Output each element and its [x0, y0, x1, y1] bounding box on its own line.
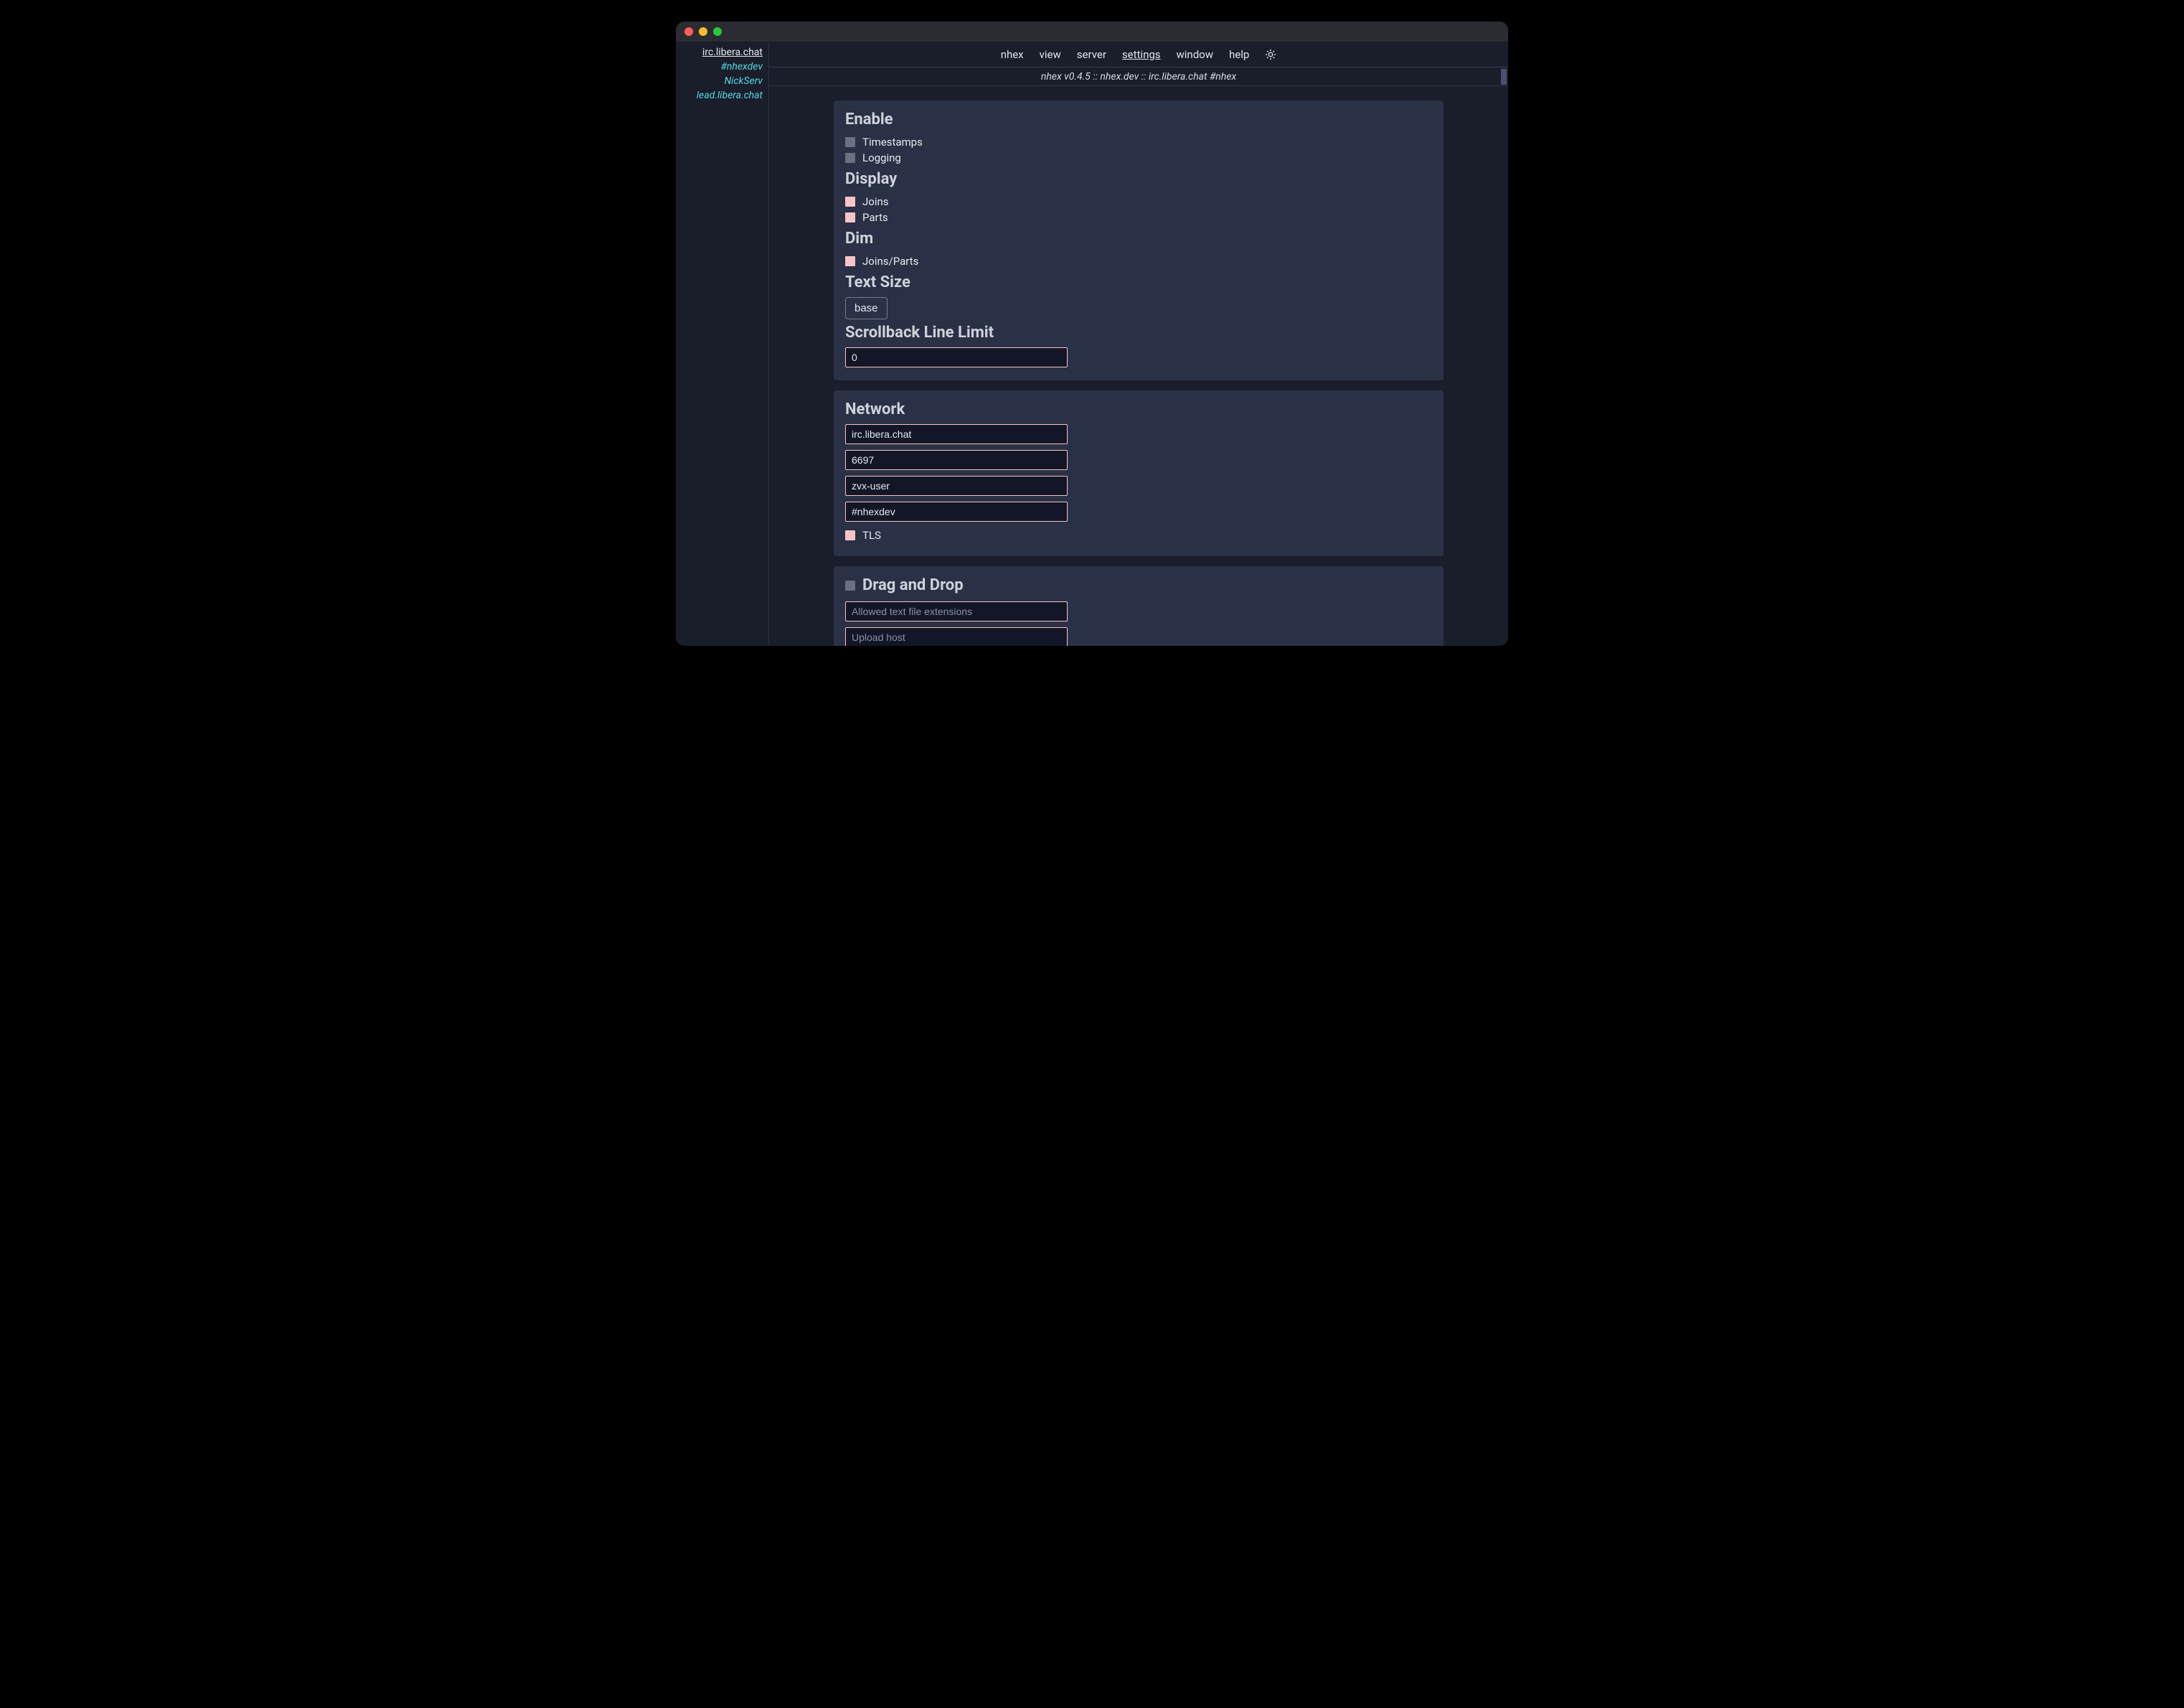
settings-dnd-card: Drag and Drop	[834, 566, 1444, 646]
network-nick-input[interactable]	[845, 476, 1068, 496]
menu-view[interactable]: view	[1040, 48, 1061, 61]
tls-checkbox[interactable]	[845, 530, 855, 540]
sidebar-item-server[interactable]: irc.libera.chat	[701, 46, 764, 59]
main: nhex view server settings window help	[769, 42, 1508, 646]
network-channels-input[interactable]	[845, 502, 1068, 522]
titlebar	[676, 22, 1508, 42]
joins-parts-dim-label: Joins/Parts	[862, 255, 918, 268]
parts-checkbox[interactable]	[845, 212, 855, 222]
joins-label: Joins	[862, 195, 889, 208]
network-host-input[interactable]	[845, 424, 1068, 444]
joins-parts-dim-checkbox[interactable]	[845, 256, 855, 266]
sun-icon[interactable]	[1265, 49, 1276, 60]
enable-heading: Enable	[845, 111, 1432, 128]
sidebar: irc.libera.chat #nhexdev NickServ lead.l…	[676, 42, 769, 646]
settings-network-card: Network TLS	[834, 390, 1444, 556]
dnd-enable-checkbox[interactable]	[845, 581, 855, 591]
timestamps-label: Timestamps	[862, 136, 923, 149]
window-close-button[interactable]	[684, 27, 693, 36]
logging-label: Logging	[862, 151, 901, 164]
dnd-heading: Drag and Drop	[862, 576, 964, 594]
scrollbar-thumb[interactable]	[1501, 69, 1507, 85]
network-port-input[interactable]	[845, 450, 1068, 470]
text-size-heading: Text Size	[845, 273, 1432, 291]
sidebar-item-nickserv[interactable]: NickServ	[722, 75, 764, 88]
status-bar: nhex v0.4.5 :: nhex.dev :: irc.libera.ch…	[769, 67, 1508, 86]
status-text: nhex v0.4.5 :: nhex.dev :: irc.libera.ch…	[1041, 71, 1236, 83]
menubar: nhex view server settings window help	[769, 42, 1508, 67]
dnd-extensions-input[interactable]	[845, 601, 1068, 621]
dim-heading: Dim	[845, 230, 1432, 248]
menu-help[interactable]: help	[1229, 48, 1249, 61]
parts-label: Parts	[862, 211, 888, 224]
app-window: irc.libera.chat #nhexdev NickServ lead.l…	[676, 22, 1508, 646]
display-heading: Display	[845, 170, 1432, 188]
logging-checkbox[interactable]	[845, 153, 855, 163]
settings-general-card: Enable Timestamps Logging Display Joins	[834, 100, 1444, 380]
sidebar-item-lead[interactable]: lead.libera.chat	[695, 89, 764, 102]
menu-window[interactable]: window	[1177, 48, 1214, 61]
timestamps-checkbox[interactable]	[845, 137, 855, 147]
window-zoom-button[interactable]	[713, 27, 722, 36]
window-minimize-button[interactable]	[699, 27, 707, 36]
tls-label: TLS	[862, 529, 881, 542]
menu-settings[interactable]: settings	[1122, 48, 1161, 61]
scrollback-heading: Scrollback Line Limit	[845, 324, 1432, 342]
scrollback-input[interactable]	[845, 347, 1068, 367]
settings-scroll[interactable]: Enable Timestamps Logging Display Joins	[769, 86, 1508, 646]
sidebar-item-channel-nhexdev[interactable]: #nhexdev	[720, 60, 764, 73]
menu-nhex[interactable]: nhex	[1001, 48, 1024, 61]
dnd-upload-host-input[interactable]	[845, 627, 1068, 646]
joins-checkbox[interactable]	[845, 197, 855, 207]
network-heading: Network	[845, 400, 1432, 418]
menu-server[interactable]: server	[1077, 48, 1106, 61]
text-size-select[interactable]: base	[845, 297, 888, 319]
